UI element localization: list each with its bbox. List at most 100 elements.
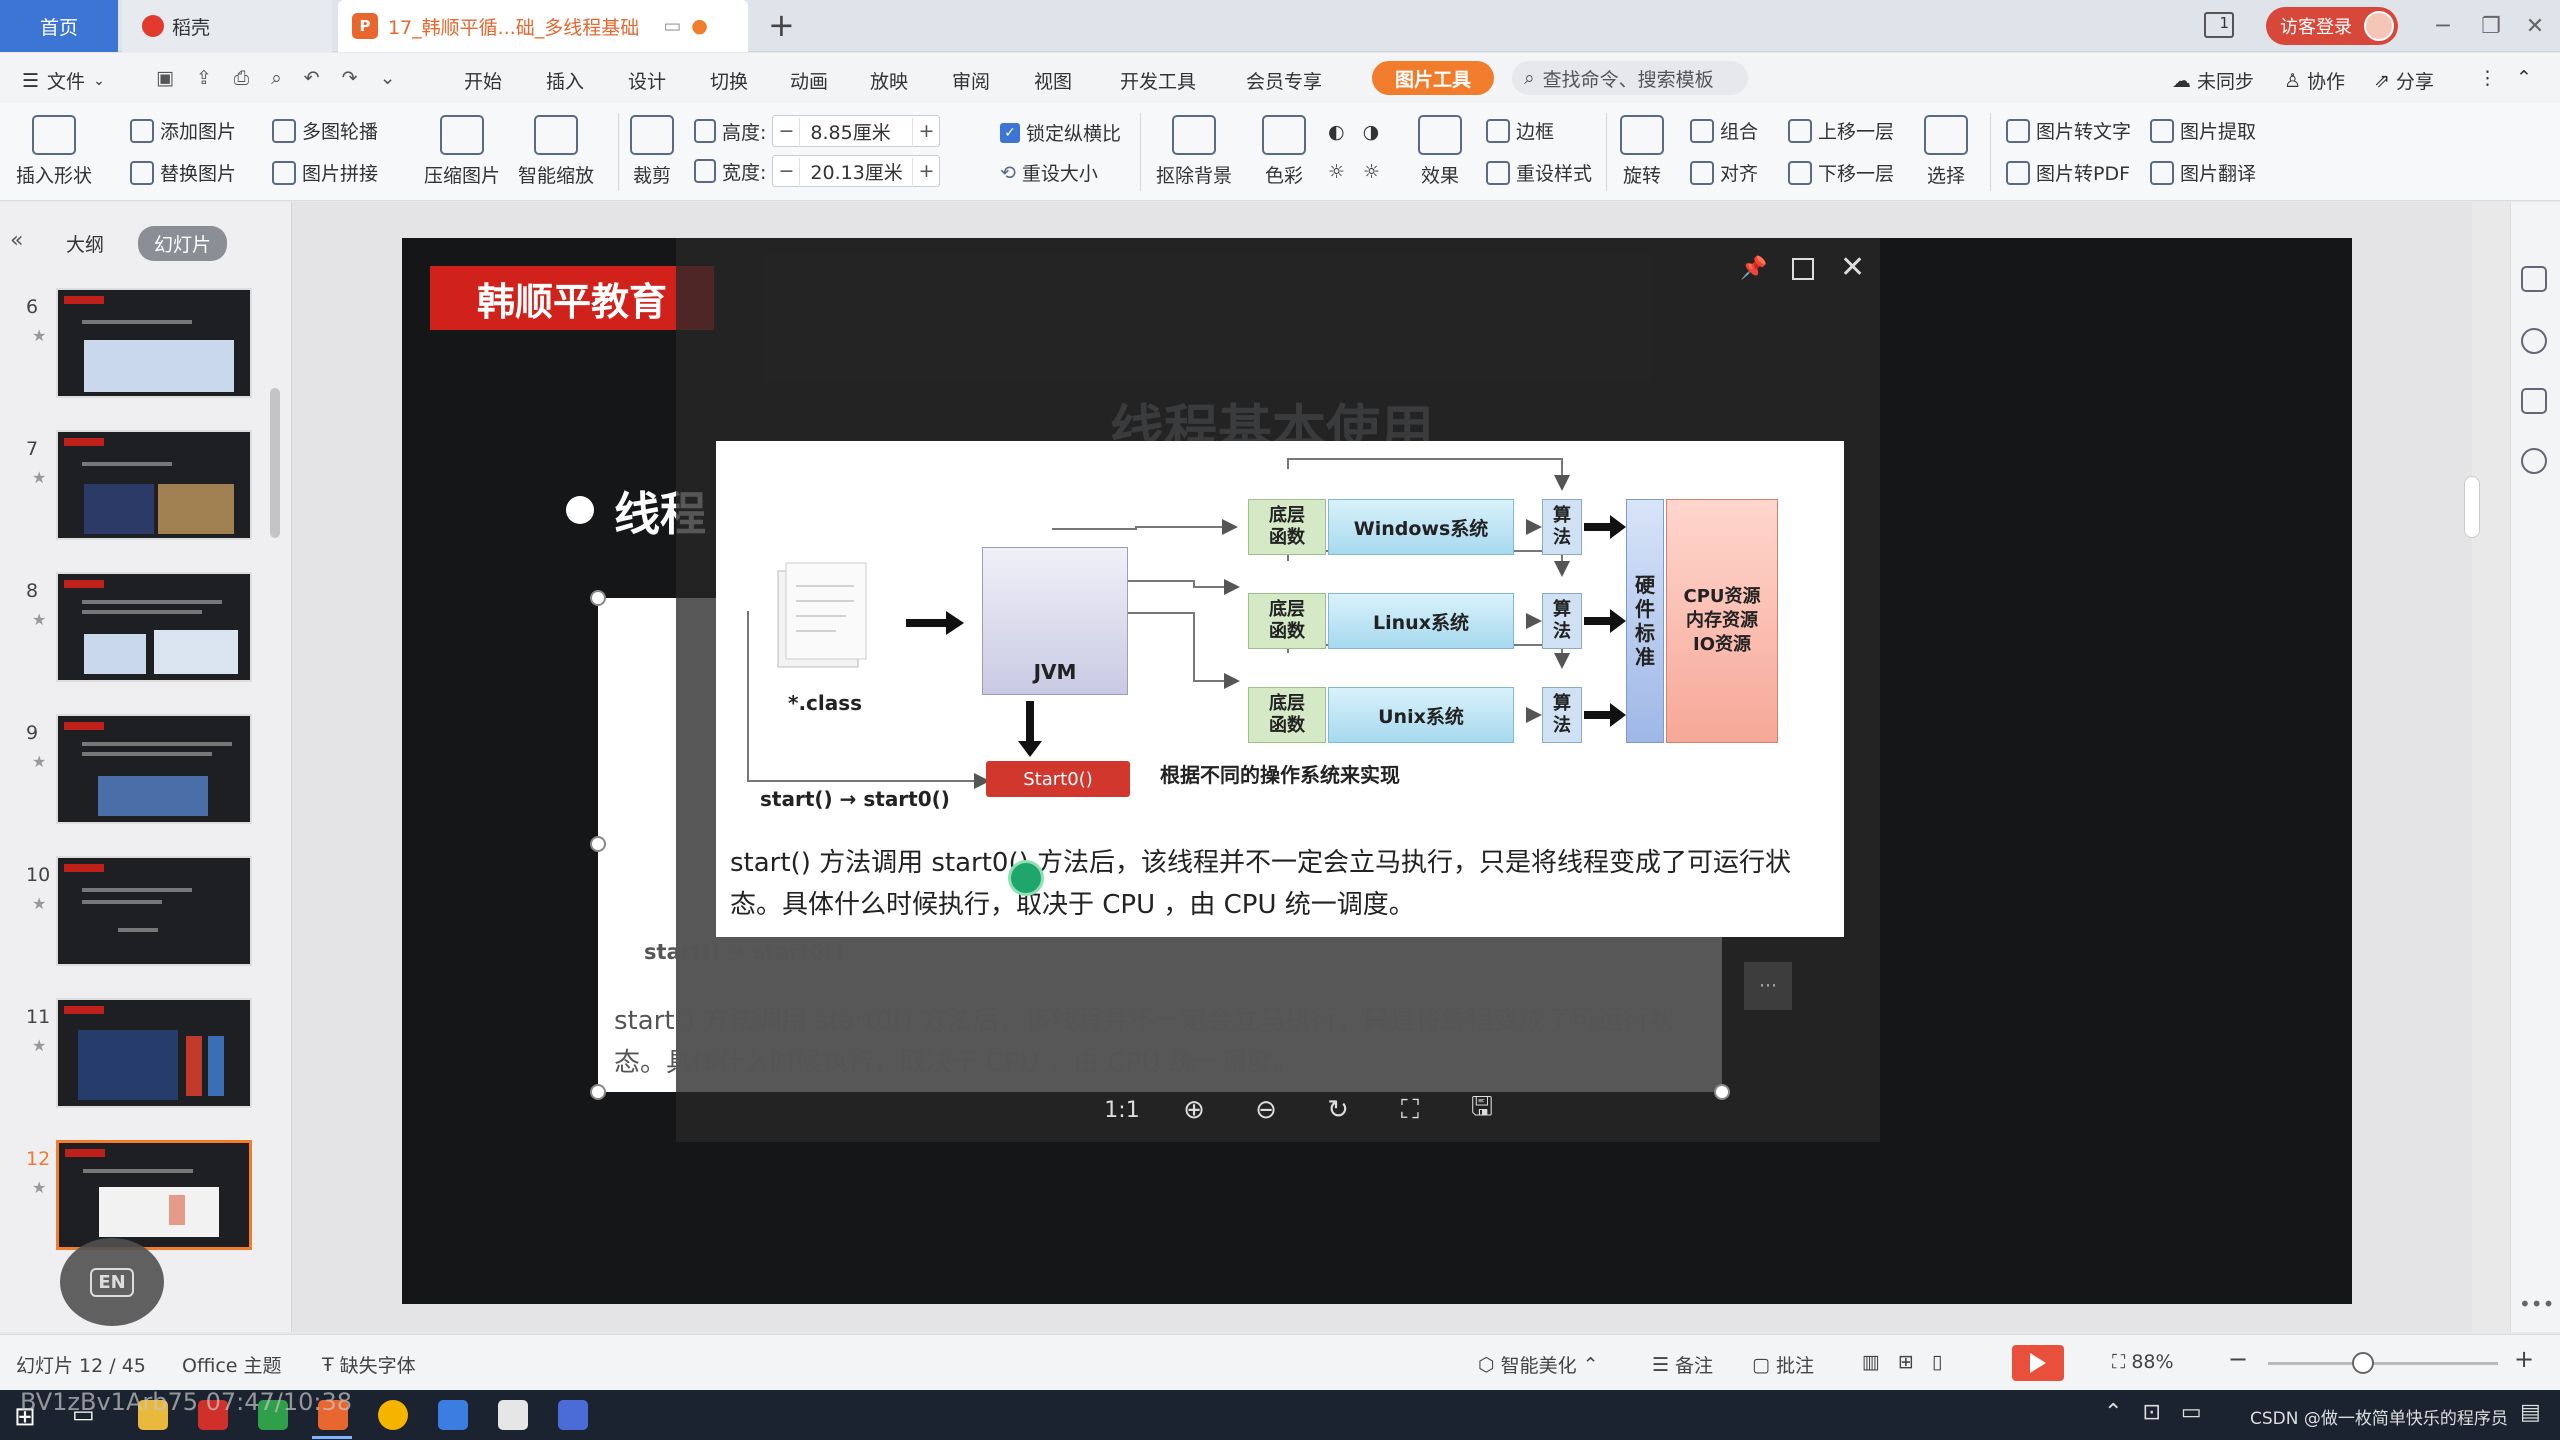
tab-slides[interactable]: 幻灯片 xyxy=(138,226,228,261)
menu-slideshow[interactable]: 放映 xyxy=(870,67,908,94)
smart-zoom-button[interactable]: 智能缩放 xyxy=(518,115,594,188)
menu-design[interactable]: 设计 xyxy=(628,67,666,94)
sync-status[interactable]: ☁ 未同步 xyxy=(2172,67,2254,94)
fit-window-button[interactable]: ⛶ 88% xyxy=(2112,1351,2174,1373)
resize-handle[interactable] xyxy=(590,590,606,606)
settings-icon[interactable] xyxy=(2521,266,2547,292)
slide-thumbnail[interactable]: 10 ★ xyxy=(14,856,264,980)
ime-badge[interactable]: EN xyxy=(60,1238,164,1326)
menu-start[interactable]: 开始 xyxy=(464,67,502,94)
preview-icon[interactable]: ⌕ xyxy=(271,67,282,89)
effects-button[interactable]: 效果 xyxy=(1418,115,1462,188)
brightness-up-icon[interactable]: ☼ xyxy=(1328,161,1345,183)
crop-screenshot-icon[interactable]: ⛶ xyxy=(1392,1092,1428,1128)
select-button[interactable]: 选择 xyxy=(1924,115,1968,188)
picture-translate-button[interactable]: 图片翻译 xyxy=(2150,159,2256,186)
reset-size-button[interactable]: ⟲ 重设大小 xyxy=(1000,159,1098,186)
resize-handle[interactable] xyxy=(1714,1084,1730,1100)
actual-size-button[interactable]: 1:1 xyxy=(1104,1092,1140,1128)
file-menu[interactable]: ☰ 文件 ⌄ xyxy=(22,67,105,94)
more-options-icon[interactable]: ··· xyxy=(1744,962,1792,1010)
resize-handle[interactable] xyxy=(590,836,606,852)
zoom-slider-handle[interactable] xyxy=(2352,1352,2374,1374)
rotate-icon[interactable]: ↻ xyxy=(1320,1092,1356,1128)
reading-view-icon[interactable]: ▯ xyxy=(1932,1351,1942,1373)
reset-style-button[interactable]: 重设样式 xyxy=(1486,159,1592,186)
comments-button[interactable]: ▢ 批注 xyxy=(1752,1351,1814,1378)
height-increment[interactable]: + xyxy=(913,120,939,142)
slide-thumbnail[interactable]: 11 ★ xyxy=(14,998,264,1122)
normal-view-icon[interactable]: ▥ xyxy=(1862,1351,1880,1373)
compress-picture-button[interactable]: 压缩图片 xyxy=(424,115,500,188)
terminal-icon[interactable] xyxy=(498,1400,528,1430)
width-decrement[interactable]: − xyxy=(773,160,799,182)
close-window-button[interactable]: ✕ xyxy=(2510,4,2560,48)
missing-font-button[interactable]: Ŧ 缺失字体 xyxy=(322,1351,416,1378)
align-button[interactable]: 对齐 xyxy=(1690,159,1758,186)
height-stepper[interactable]: −8.85厘米 + xyxy=(772,115,941,147)
login-button[interactable]: 访客登录 xyxy=(2266,7,2398,45)
save-image-icon[interactable]: 🖫 xyxy=(1464,1092,1500,1128)
width-value[interactable]: 20.13厘米 xyxy=(799,157,914,185)
pin-icon[interactable]: 📌 xyxy=(1740,256,1767,281)
contrast-down-icon[interactable]: ◑ xyxy=(1363,121,1380,143)
app-icon[interactable] xyxy=(558,1400,588,1430)
slide-thumbnail[interactable]: 8 ★ xyxy=(14,572,264,696)
zoom-in-icon[interactable]: ⊕ xyxy=(1176,1092,1212,1128)
star-icon[interactable] xyxy=(2521,328,2547,354)
menu-review[interactable]: 审阅 xyxy=(952,67,990,94)
remove-background-button[interactable]: 抠除背景 xyxy=(1156,115,1232,188)
insert-shape-button[interactable]: 插入形状 xyxy=(16,115,92,188)
bring-forward-button[interactable]: 上移一层 xyxy=(1788,117,1894,144)
chevron-up-icon[interactable]: ⌃ xyxy=(2104,1400,2122,1425)
add-picture-button[interactable]: 添加图片 xyxy=(130,117,236,144)
collaborate-button[interactable]: ♙ 协作 xyxy=(2284,67,2345,94)
send-backward-button[interactable]: 下移一层 xyxy=(1788,159,1894,186)
rotate-button[interactable]: 旋转 xyxy=(1620,115,1664,188)
replace-picture-button[interactable]: 替换图片 xyxy=(130,159,236,186)
tab-home[interactable]: 首页 xyxy=(0,0,118,52)
new-tab-button[interactable]: + xyxy=(768,6,795,44)
contrast-up-icon[interactable]: ◐ xyxy=(1328,121,1345,143)
print-icon[interactable]: ⎙ xyxy=(234,67,249,89)
minimize-button[interactable]: ─ xyxy=(2418,4,2468,48)
tab-outline[interactable]: 大纲 xyxy=(50,226,120,261)
panel-scrollbar[interactable] xyxy=(270,388,280,538)
window-layout-icon[interactable]: 1 xyxy=(2204,12,2234,38)
redo-icon[interactable]: ↷ xyxy=(342,67,358,89)
battery-icon[interactable]: ▭ xyxy=(2181,1400,2202,1425)
menu-insert[interactable]: 插入 xyxy=(546,67,584,94)
save-icon[interactable]: ▣ xyxy=(156,67,174,89)
more-icon[interactable]: ••• xyxy=(2519,1292,2554,1316)
help-icon[interactable] xyxy=(2521,448,2547,474)
zoom-out-icon[interactable]: ⊖ xyxy=(1248,1092,1284,1128)
lock-ratio-checkbox[interactable]: ✓ 锁定纵横比 xyxy=(1000,119,1121,146)
restore-button[interactable]: ❐ xyxy=(2466,4,2516,48)
play-slideshow-button[interactable] xyxy=(2012,1345,2064,1381)
slide-thumbnail[interactable]: 9 ★ xyxy=(14,714,264,838)
picture-to-text-button[interactable]: 图片转文字 xyxy=(2006,117,2131,144)
menu-view[interactable]: 视图 xyxy=(1034,67,1072,94)
network-icon[interactable]: ⊡ xyxy=(2142,1400,2160,1425)
more-icon[interactable]: ⌄ xyxy=(380,67,396,89)
slide-thumbnail[interactable]: 6 ★ xyxy=(14,288,264,412)
menu-member[interactable]: 会员专享 xyxy=(1246,67,1322,94)
width-stepper[interactable]: −20.13厘米 + xyxy=(772,155,941,187)
vertical-scrollbar[interactable] xyxy=(2464,476,2480,538)
more-options-icon[interactable]: ⋮ xyxy=(2478,67,2497,89)
menu-transition[interactable]: 切换 xyxy=(710,67,748,94)
width-increment[interactable]: + xyxy=(913,160,939,182)
zoom-out-button[interactable]: − xyxy=(2228,1345,2248,1373)
slide-thumbnail[interactable]: 7 ★ xyxy=(14,430,264,554)
height-decrement[interactable]: − xyxy=(773,120,799,142)
menu-animation[interactable]: 动画 xyxy=(790,67,828,94)
notes-button[interactable]: ☰ 备注 xyxy=(1652,1351,1713,1378)
app-icon[interactable] xyxy=(438,1400,468,1430)
monitor-icon[interactable]: ▭ xyxy=(663,15,681,37)
resize-handle[interactable] xyxy=(590,1084,606,1100)
group-button[interactable]: 组合 xyxy=(1690,117,1758,144)
chrome-icon[interactable] xyxy=(378,1400,408,1430)
undo-icon[interactable]: ↶ xyxy=(304,67,320,89)
zoom-in-button[interactable]: + xyxy=(2514,1345,2534,1373)
picture-extract-button[interactable]: 图片提取 xyxy=(2150,117,2256,144)
